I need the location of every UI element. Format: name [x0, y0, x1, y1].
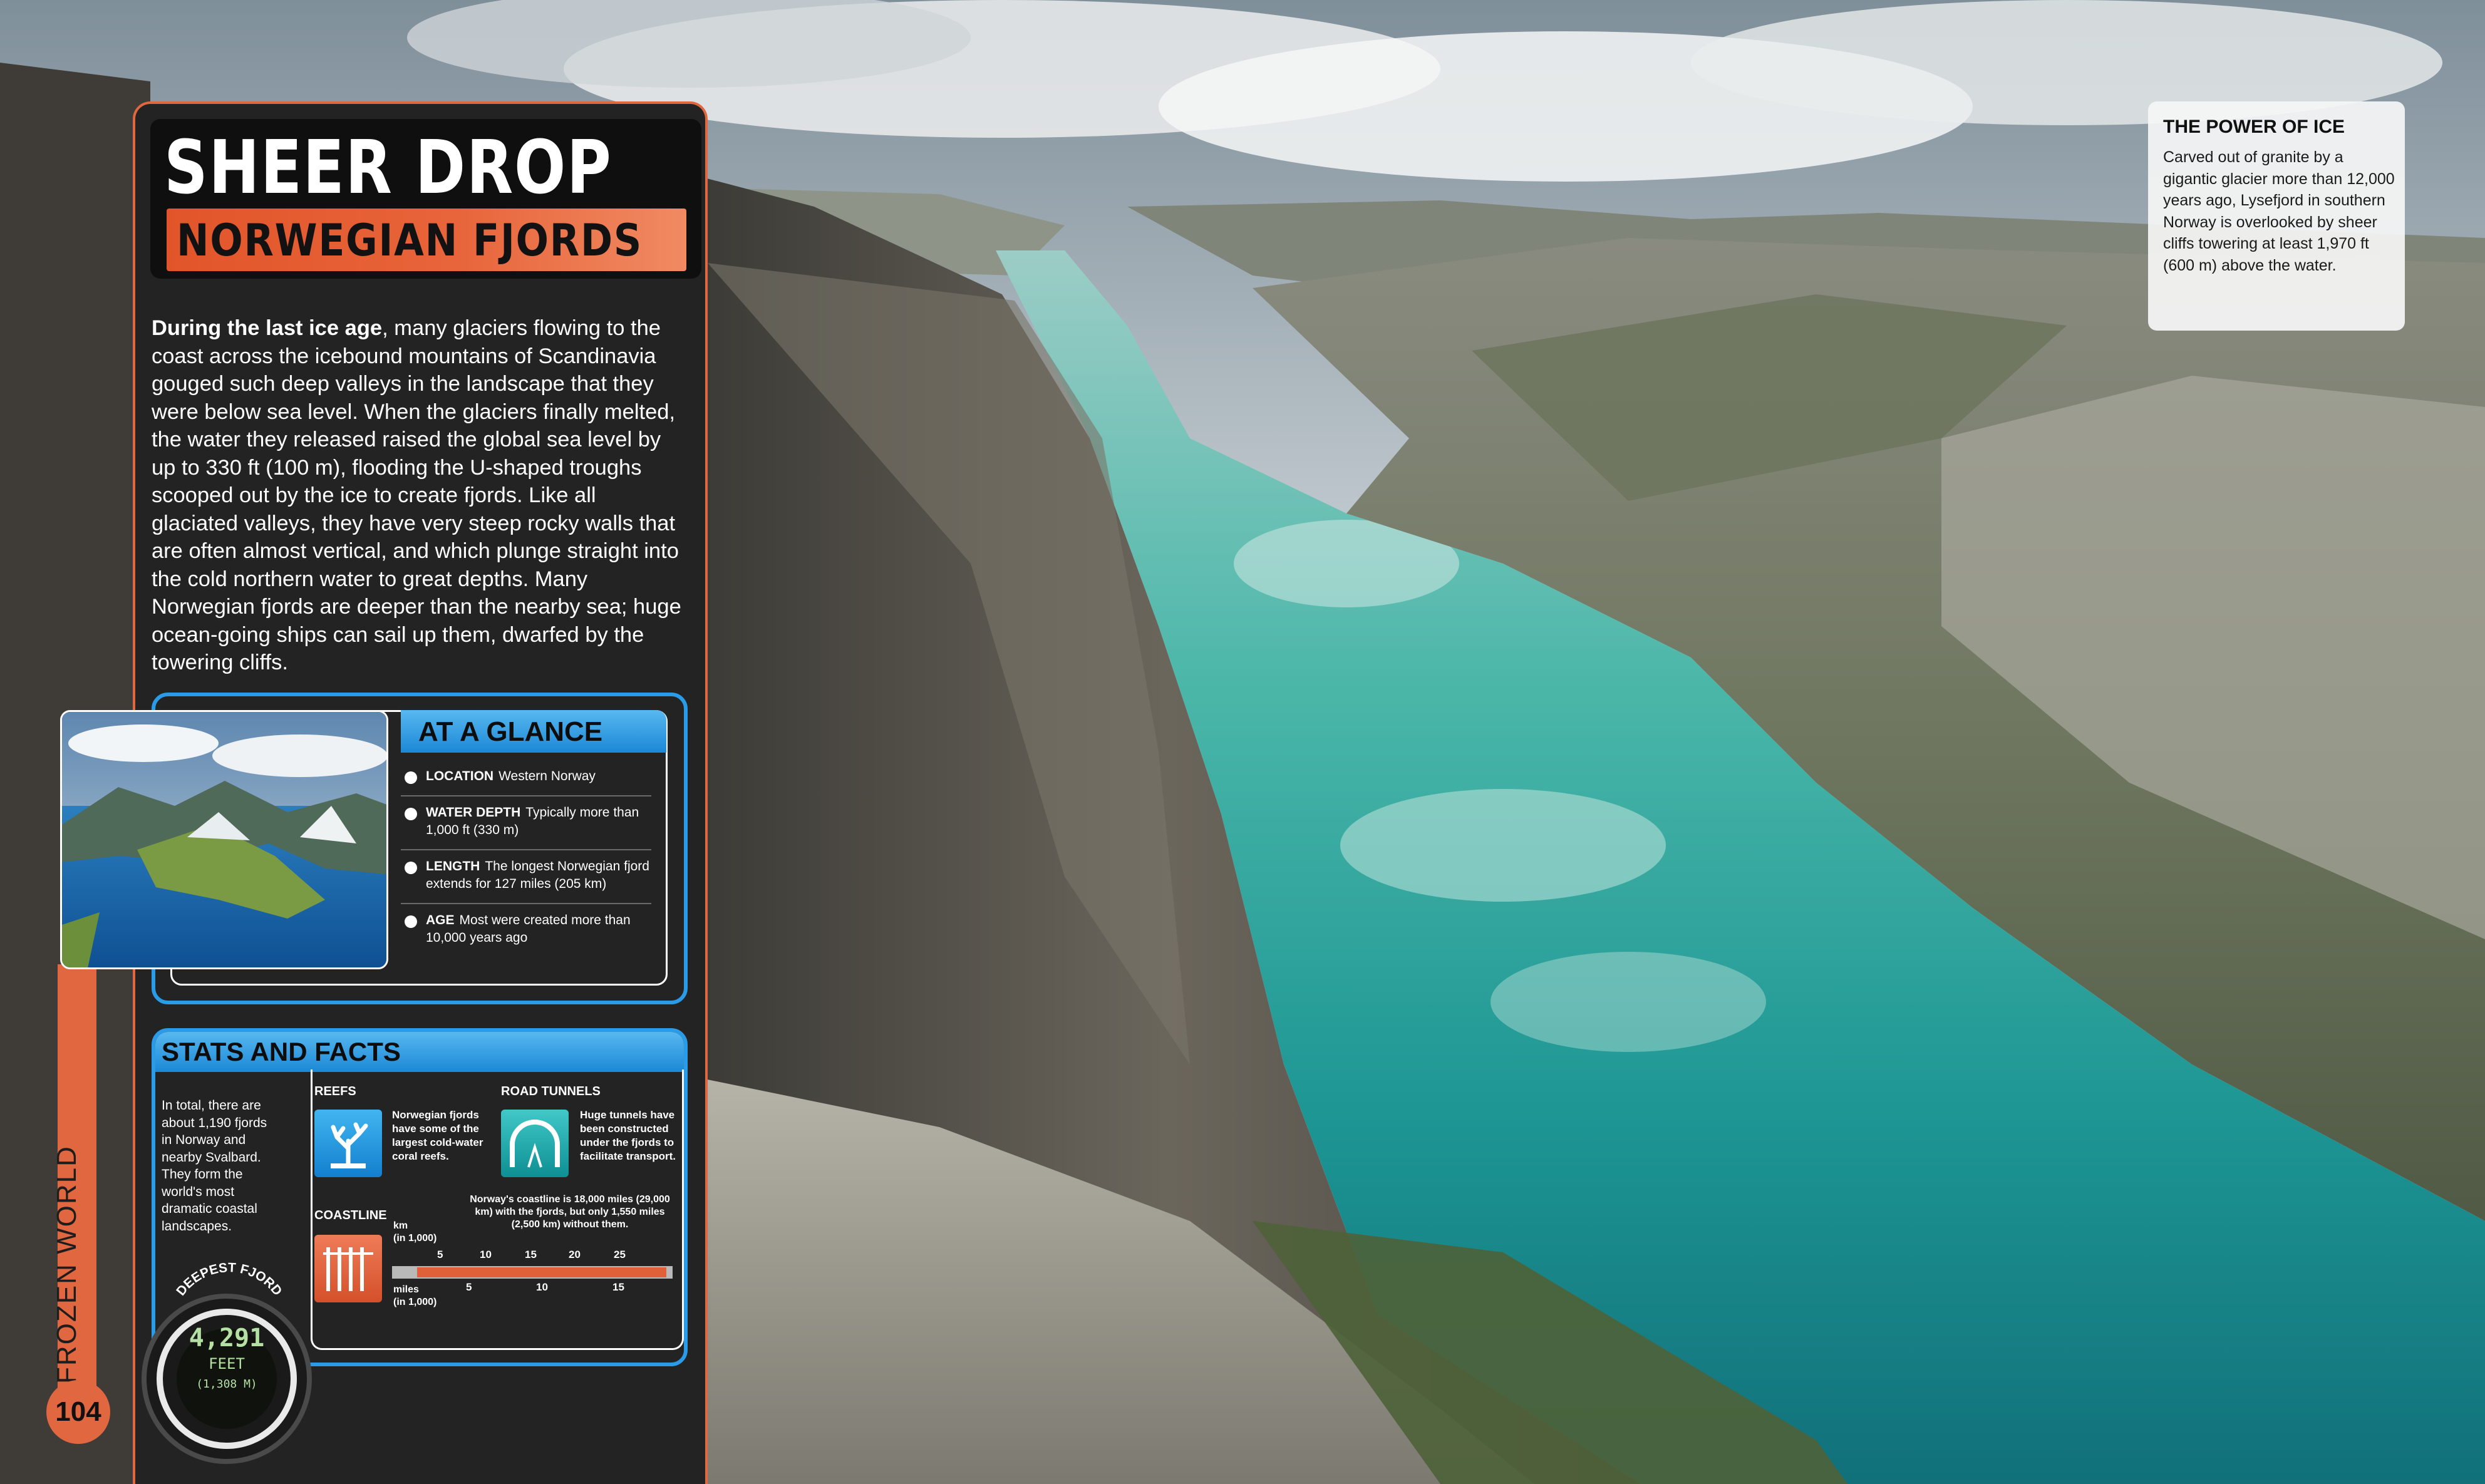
gauge-unit: FEET [209, 1355, 245, 1373]
miles-scale: (in 1,000) [393, 1297, 437, 1307]
fact-text: Western Norway [499, 769, 596, 783]
page-title: SHEER DROP [164, 124, 612, 210]
stats-intro: In total, there are about 1,190 fjords i… [162, 1098, 267, 1234]
bullet-icon [405, 915, 417, 928]
gauge-label: DEEPEST FJORD [173, 1262, 284, 1299]
fact-item-water-depth: WATER DEPTH Typically more than 1,000 ft … [401, 796, 651, 850]
coastline-label: COASTLINE [314, 1208, 387, 1222]
fact-item-location: LOCATION Western Norway [401, 760, 651, 796]
reefs-label: REEFS [314, 1085, 356, 1098]
miles-tick: 10 [536, 1281, 548, 1293]
page-subtitle: NORWEGIAN FJORDS [177, 215, 643, 266]
caption-text: Carved out of granite by a gigantic glac… [2163, 148, 2395, 274]
page-number: 104 [46, 1380, 110, 1444]
km-tick: 5 [437, 1249, 443, 1260]
km-tick: 15 [525, 1249, 537, 1260]
intro-paragraph: During the last ice age, many glaciers f… [152, 314, 687, 677]
km-tick: 10 [480, 1249, 492, 1260]
at-a-glance-heading: AT A GLANCE [418, 716, 603, 747]
miles-unit: miles [393, 1284, 419, 1295]
km-tick: 25 [614, 1249, 626, 1260]
km-unit: km [393, 1220, 408, 1231]
km-tick: 20 [569, 1249, 581, 1260]
road-tunnels-label: ROAD TUNNELS [501, 1085, 601, 1098]
fact-label: LOCATION [426, 769, 494, 783]
fact-label: LENGTH [426, 859, 480, 873]
bullet-icon [405, 862, 417, 874]
gauge-value: 4,291 [189, 1324, 265, 1353]
coastline-ruler-icon [314, 1235, 382, 1302]
miles-tick: 15 [612, 1281, 624, 1293]
bullet-icon [405, 808, 417, 820]
stats-heading: STATS AND FACTS [162, 1037, 401, 1066]
coastline-note: Norway's coastline is 18,000 miles (29,0… [470, 1194, 670, 1230]
at-a-glance-facts: LOCATION Western Norway WATER DEPTH Typica… [401, 760, 651, 957]
coral-icon [314, 1110, 382, 1177]
caption-title: THE POWER OF ICE [2163, 116, 2345, 137]
svg-text:DEEPEST FJORD: DEEPEST FJORD [173, 1262, 284, 1299]
tunnel-icon [501, 1110, 569, 1177]
gauge-metric: (1,308 M) [196, 1378, 257, 1391]
km-scale: (in 1,000) [393, 1233, 437, 1244]
fact-item-length: LENGTH The longest Norwegian fjord extend… [401, 850, 651, 904]
intro-lead: During the last ice age [152, 316, 383, 340]
gauge-arc-label: DEEPEST FJORD [173, 1262, 284, 1299]
aerial-fjord-photo [60, 710, 388, 969]
road-tunnels-text: Huge tunnels have been constructed under… [580, 1109, 676, 1162]
bullet-icon [405, 771, 417, 784]
fact-item-age: AGE Most were created more than 10,000 ye… [401, 904, 651, 957]
fact-text: Most were created more than 10,000 years… [426, 913, 631, 945]
fact-label: WATER DEPTH [426, 805, 521, 820]
section-tab-label: FROZEN WORLD [51, 1145, 82, 1384]
fact-label: AGE [426, 913, 455, 927]
coastline-bar-fill [417, 1267, 666, 1277]
intro-body: , many glaciers flowing to the coast acr… [152, 316, 681, 674]
reefs-text: Norwegian fjords have some of the larges… [392, 1109, 483, 1162]
miles-tick: 5 [466, 1281, 472, 1293]
